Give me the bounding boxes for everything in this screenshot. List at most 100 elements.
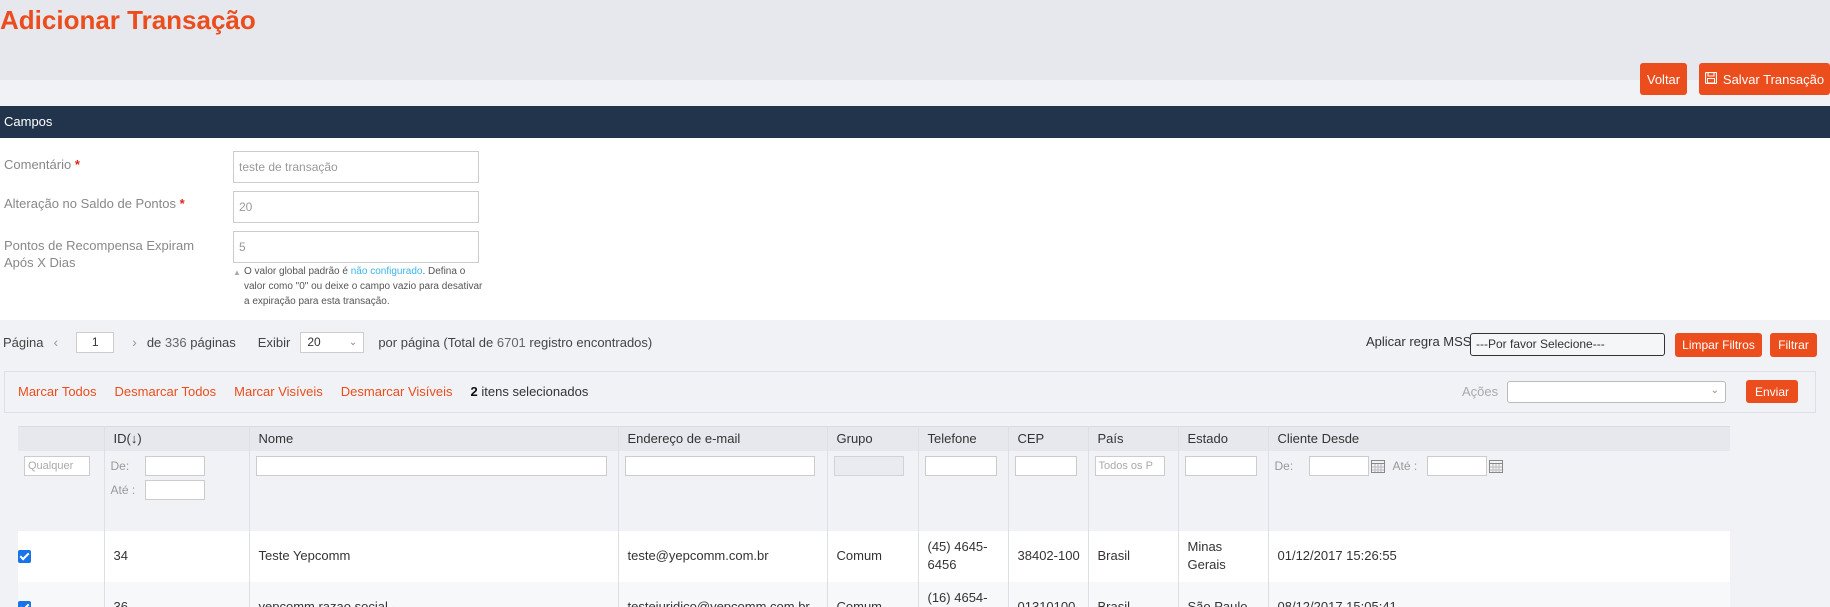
- fields-panel: Comentário * teste de transação Alteraçã…: [0, 138, 1830, 320]
- col-email[interactable]: Endereço de e-mail: [618, 426, 828, 451]
- grid-header-row: ID(↓) Nome Endereço de e-mail Grupo Tele…: [18, 426, 1730, 451]
- unselect-visible-link[interactable]: Desmarcar Visíveis: [341, 384, 453, 399]
- cell-group: Comum: [827, 530, 919, 582]
- comment-label: Comentário *: [4, 157, 80, 172]
- table-row[interactable]: 34 Teste Yepcomm teste@yepcomm.com.br Co…: [18, 530, 1730, 582]
- cell-since: 08/12/2017 15:05:41: [1277, 599, 1397, 607]
- points-balance-input[interactable]: 20: [233, 191, 479, 223]
- phone-filter-input[interactable]: [924, 455, 997, 476]
- group-filter-select[interactable]: [833, 455, 904, 476]
- mss-rule-label: Aplicar regra MSS:: [1366, 334, 1476, 349]
- records-label: registro encontrados): [529, 334, 653, 350]
- sort-desc-icon: (↓): [126, 431, 142, 447]
- cell-id: 36: [104, 581, 250, 607]
- col-name[interactable]: Nome: [249, 426, 619, 451]
- prev-page-icon[interactable]: ‹: [53, 334, 58, 350]
- page-number-input[interactable]: 1: [76, 331, 115, 353]
- warning-triangle-icon: ▲: [233, 268, 241, 277]
- calendar-icon[interactable]: [1370, 459, 1385, 473]
- grid-filter-row: Qualquer De: Até : Todos os P De: Até :: [18, 450, 1730, 531]
- id-from-label: De:: [110, 458, 130, 473]
- per-page-select[interactable]: 20 ⌄: [300, 331, 365, 353]
- expire-days-input[interactable]: 5: [233, 231, 479, 263]
- unselect-all-link[interactable]: Desmarcar Todos: [115, 384, 217, 399]
- cell-name: Teste Yepcomm: [249, 530, 619, 582]
- col-id[interactable]: ID(↓): [104, 426, 250, 451]
- pages-label: páginas: [190, 334, 236, 350]
- cell-country: Brasil: [1088, 581, 1179, 607]
- select-visible-link[interactable]: Marcar Visíveis: [234, 384, 323, 399]
- id-from-input[interactable]: [144, 455, 205, 476]
- save-transaction-button[interactable]: Salvar Transação: [1699, 63, 1830, 95]
- required-marker: *: [179, 196, 185, 211]
- cell-since: 01/12/2017 15:26:55: [1277, 548, 1397, 563]
- cell-group: Comum: [827, 581, 919, 607]
- col-country[interactable]: País: [1088, 426, 1179, 451]
- state-filter-input[interactable]: [1184, 455, 1257, 476]
- points-balance-label: Alteração no Saldo de Pontos *: [4, 196, 185, 211]
- comment-input[interactable]: teste de transação: [233, 151, 479, 183]
- cell-phone: (16) 4654-5646: [918, 581, 1009, 607]
- not-configured-link[interactable]: não configurado: [351, 266, 423, 277]
- since-to-input[interactable]: [1426, 455, 1487, 476]
- row-checkbox[interactable]: [18, 601, 31, 607]
- total-pages: 336: [164, 334, 187, 350]
- back-button-label: Voltar: [1646, 71, 1681, 87]
- chevron-down-icon: ⌄: [348, 336, 358, 348]
- of-label: de: [146, 334, 162, 350]
- table-row[interactable]: 36 yepcomm razao social - testejuridico@…: [18, 581, 1730, 607]
- cell-zip: 01310100: [1008, 581, 1089, 607]
- cell-state: São Paulo: [1178, 581, 1269, 607]
- zip-filter-input[interactable]: [1014, 455, 1077, 476]
- filter-button[interactable]: Filtrar: [1770, 333, 1817, 357]
- cell-email: teste@yepcomm.com.br: [618, 530, 828, 582]
- expire-days-label: Pontos de Recompensa Expiram Após X Dias: [4, 238, 195, 270]
- selected-count: 2 itens selecionados: [470, 384, 589, 399]
- actions-select[interactable]: ⌄: [1507, 381, 1726, 403]
- show-label: Exibir: [257, 334, 291, 350]
- name-filter-input[interactable]: [255, 455, 607, 476]
- cell-email: testejuridico@yepcomm.com.br: [618, 581, 828, 607]
- title-bar: [0, 0, 1830, 80]
- col-since[interactable]: Cliente Desde: [1268, 426, 1730, 451]
- country-filter-select[interactable]: Todos os P: [1094, 455, 1165, 476]
- col-group[interactable]: Grupo: [827, 426, 919, 451]
- cell-id: 34: [104, 530, 250, 582]
- chevron-down-icon: ⌄: [1710, 385, 1719, 396]
- floppy-disk-icon: [1704, 71, 1718, 87]
- email-filter-input[interactable]: [624, 455, 815, 476]
- total-records: 6701: [496, 334, 526, 350]
- col-phone[interactable]: Telefone: [918, 426, 1009, 451]
- row-checkbox[interactable]: [18, 550, 31, 564]
- pager: Página ‹ 1 › de 336 páginas Exibir 20 ⌄ p…: [3, 331, 653, 353]
- cell-name: yepcomm razao social -: [249, 581, 619, 607]
- since-from-label: De:: [1274, 458, 1294, 473]
- select-filter[interactable]: Qualquer: [24, 455, 90, 476]
- submit-action-button[interactable]: Enviar: [1746, 380, 1798, 403]
- cell-state: Minas Gerais: [1178, 530, 1269, 582]
- cell-country: Brasil: [1088, 530, 1179, 582]
- expire-note: ▲ O valor global padrão é não configurad…: [233, 266, 483, 307]
- page-label: Página: [3, 334, 44, 350]
- calendar-icon[interactable]: [1488, 459, 1503, 473]
- save-transaction-label: Salvar Transação: [1722, 71, 1825, 87]
- back-button[interactable]: Voltar: [1640, 63, 1687, 95]
- clear-filters-button[interactable]: Limpar Filtros: [1675, 333, 1762, 357]
- select-all-link[interactable]: Marcar Todos: [18, 384, 97, 399]
- per-page-label: por página (Total de: [378, 334, 494, 350]
- since-from-input[interactable]: [1308, 455, 1369, 476]
- col-select: [18, 426, 105, 451]
- id-to-label: Até :: [110, 482, 136, 497]
- col-state[interactable]: Estado: [1178, 426, 1269, 451]
- page-title: Adicionar Transação: [0, 5, 256, 35]
- required-marker: *: [74, 157, 80, 172]
- fields-panel-header: Campos: [0, 106, 1830, 138]
- id-to-input[interactable]: [144, 479, 205, 500]
- mss-rule-select[interactable]: ---Por favor Selecione---: [1470, 333, 1665, 356]
- col-zip[interactable]: CEP: [1008, 426, 1089, 451]
- next-page-icon[interactable]: ›: [132, 334, 137, 350]
- customer-grid: ID(↓) Nome Endereço de e-mail Grupo Tele…: [18, 426, 1730, 607]
- actions-label: Ações: [1462, 384, 1499, 399]
- massaction-bar: Marcar Todos Desmarcar Todos Marcar Visí…: [4, 371, 1816, 413]
- cell-phone: (45) 4645- 6456: [918, 530, 1009, 582]
